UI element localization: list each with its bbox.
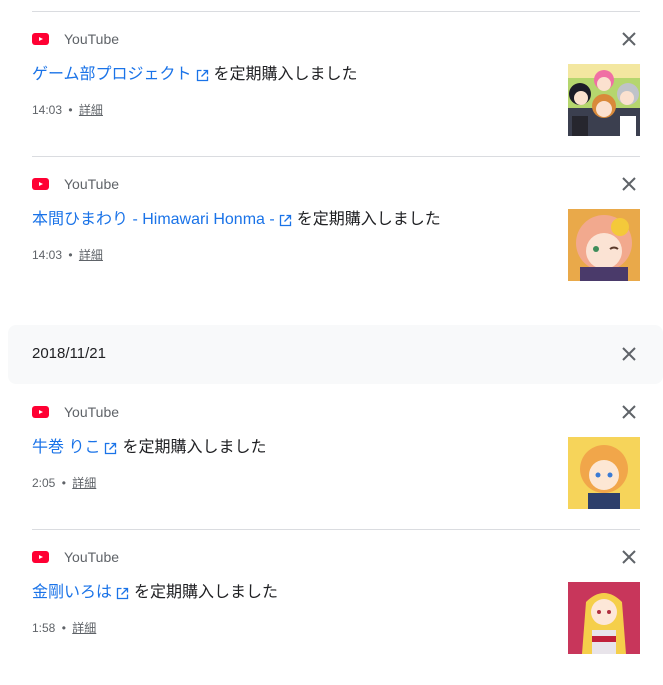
delete-item-button[interactable] [618,546,640,568]
source-row: YouTube [32,28,119,50]
meta-separator: • [68,103,73,117]
source-name: YouTube [64,31,120,47]
external-link-icon [116,587,129,599]
source-name: YouTube [64,176,120,192]
details-link[interactable]: 詳細 [79,248,103,262]
divider [32,529,640,530]
timestamp: 1:58 [32,621,56,635]
thumbnail[interactable] [568,582,640,654]
activity-title: 牛巻 りこ を定期購入しました [32,437,266,459]
thumbnail[interactable] [568,209,640,281]
close-icon [622,177,636,191]
meta-separator: • [61,476,66,490]
source-row: YouTube [32,173,119,195]
external-link-icon [279,214,291,226]
close-icon [622,32,636,46]
delete-day-button[interactable] [618,343,640,365]
channel-link[interactable]: 本間ひまわり - Himawari Honma - [32,209,275,231]
activity-title: 金剛いろは を定期購入しました [32,582,278,604]
title-suffix: を定期購入しました [134,584,279,601]
meta-row: 1:58 • 詳細 [32,620,96,636]
title-suffix: を定期購入しました [122,439,267,456]
activity-item: YouTube 金剛いろは を定期購入しました 1:58 • 詳細 [0,546,663,676]
activity-item: YouTube ゲーム部プロジェクト を定期購入しました 14:03 • 詳細 [0,28,663,158]
youtube-icon [32,406,49,418]
meta-separator: • [68,248,73,262]
thumbnail[interactable] [568,437,640,509]
details-link[interactable]: 詳細 [72,476,96,490]
youtube-icon [32,178,49,190]
source-name: YouTube [64,404,120,420]
delete-item-button[interactable] [618,28,640,50]
close-icon [622,347,636,361]
channel-link[interactable]: 牛巻 りこ [32,437,100,459]
activity-title: 本間ひまわり - Himawari Honma - を定期購入しました [32,209,441,231]
date-label: 2018/11/21 [32,345,106,362]
channel-link[interactable]: ゲーム部プロジェクト [32,64,192,86]
meta-row: 14:03 • 詳細 [32,102,103,118]
channel-link[interactable]: 金剛いろは [32,582,112,604]
divider [32,11,640,12]
timestamp: 14:03 [32,248,63,262]
timestamp: 2:05 [32,476,56,490]
activity-item: YouTube 本間ひまわり - Himawari Honma - を定期購入し… [0,173,663,303]
details-link[interactable]: 詳細 [72,621,96,635]
title-suffix: を定期購入しました [213,66,358,83]
meta-separator: • [61,621,66,635]
meta-row: 14:03 • 詳細 [32,247,103,263]
external-link-icon [105,442,117,454]
source-row: YouTube [32,401,119,423]
delete-item-button[interactable] [618,173,640,195]
timestamp: 14:03 [32,103,63,117]
activity-title: ゲーム部プロジェクト を定期購入しました [32,64,358,86]
delete-item-button[interactable] [618,401,640,423]
meta-row: 2:05 • 詳細 [32,475,96,491]
activity-item: YouTube 牛巻 りこ を定期購入しました 2:05 • 詳細 [0,401,663,531]
youtube-icon [32,33,49,45]
source-name: YouTube [64,549,120,565]
close-icon [622,405,636,419]
thumbnail[interactable] [568,64,640,136]
external-link-icon [196,69,208,81]
source-row: YouTube [32,546,119,568]
divider [32,156,640,157]
details-link[interactable]: 詳細 [79,103,103,117]
date-header: 2018/11/21 [8,325,663,384]
close-icon [622,550,636,564]
youtube-icon [32,551,49,563]
title-suffix: を定期購入しました [296,211,441,228]
